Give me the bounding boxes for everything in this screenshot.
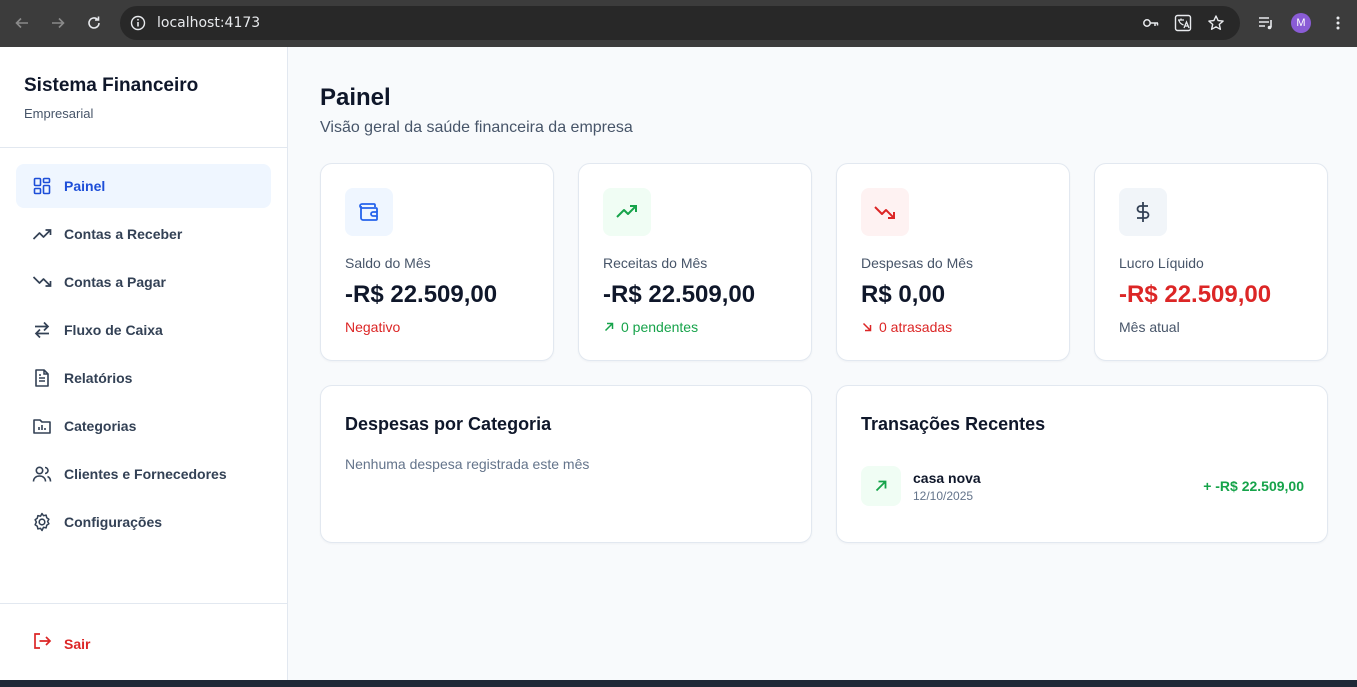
- arrow-up-right-icon: [861, 466, 901, 506]
- sidebar-nav: Painel Contas a Receber Contas a Pagar F…: [16, 164, 271, 548]
- brand-title: Sistema Financeiro: [24, 75, 199, 96]
- sidebar-item-label: Contas a Receber: [64, 226, 183, 242]
- recent-transactions-panel: Transações Recentes casa nova 12/10/2025…: [836, 385, 1328, 543]
- stat-note: Negativo: [345, 319, 400, 335]
- trending-down-icon: [32, 272, 52, 292]
- stat-card-despesas: Despesas do Mês R$ 0,00 0 atrasadas: [836, 163, 1070, 361]
- bookmark-star-icon[interactable]: [1207, 14, 1225, 32]
- folder-chart-icon: [32, 416, 52, 436]
- logout-button[interactable]: Sair: [32, 631, 90, 656]
- playlist-icon: [1259, 17, 1272, 30]
- translate-icon[interactable]: [1174, 14, 1192, 32]
- arrow-right-icon: [52, 17, 65, 29]
- file-text-icon: [32, 368, 52, 388]
- sidebar-item-painel[interactable]: Painel: [16, 164, 271, 208]
- transaction-amount: + -R$ 22.509,00: [1203, 478, 1304, 494]
- browser-toolbar: localhost:4173 M: [0, 0, 1357, 47]
- transaction-date: 12/10/2025: [913, 489, 974, 503]
- site-info-icon[interactable]: [129, 14, 147, 32]
- stat-label: Lucro Líquido: [1119, 255, 1204, 271]
- reload-button[interactable]: [83, 12, 105, 34]
- dashboard-icon: [32, 176, 52, 196]
- sidebar-item-label: Fluxo de Caixa: [64, 322, 163, 338]
- sidebar-item-fluxo-de-caixa[interactable]: Fluxo de Caixa: [16, 308, 271, 352]
- sidebar-item-categorias[interactable]: Categorias: [16, 404, 271, 448]
- sidebar-item-label: Relatórios: [64, 370, 133, 386]
- sidebar-item-label: Categorias: [64, 418, 137, 434]
- transaction-description: casa nova: [913, 470, 981, 486]
- empty-state-text: Nenhuma despesa registrada este mês: [345, 456, 590, 472]
- stat-value: -R$ 22.509,00: [603, 281, 756, 308]
- forward-button[interactable]: [47, 12, 69, 34]
- arrows-left-right-icon: [32, 320, 52, 340]
- divider: [0, 147, 287, 148]
- divider: [0, 603, 287, 604]
- os-taskbar: [0, 680, 1357, 687]
- sidebar-item-clientes-e-fornecedores[interactable]: Clientes e Fornecedores: [16, 452, 271, 496]
- logout-icon: [32, 631, 52, 656]
- stat-note: Mês atual: [1119, 319, 1180, 335]
- panel-title: Despesas por Categoria: [345, 414, 552, 434]
- stat-label: Receitas do Mês: [603, 255, 708, 271]
- brand: Sistema Financeiro Empresarial: [24, 75, 198, 121]
- main-content: Painel Visão geral da saúde financeira d…: [288, 47, 1357, 680]
- gear-icon: [32, 512, 52, 532]
- stat-card-lucro: Lucro Líquido -R$ 22.509,00 Mês atual: [1094, 163, 1328, 361]
- stat-label: Saldo do Mês: [345, 255, 431, 271]
- stat-note: 0 pendentes: [603, 319, 698, 335]
- arrow-down-right-icon: [862, 322, 872, 332]
- browser-menu-button[interactable]: [1327, 12, 1349, 34]
- transaction-row[interactable]: casa nova 12/10/2025 + -R$ 22.509,00: [861, 466, 1304, 506]
- back-button[interactable]: [11, 12, 33, 34]
- arrow-up-right-icon: [604, 322, 614, 332]
- page-subtitle: Visão geral da saúde financeira da empre…: [320, 119, 633, 136]
- wallet-icon: [345, 188, 393, 236]
- stat-label: Despesas do Mês: [861, 255, 974, 271]
- trending-up-icon: [32, 224, 52, 244]
- profile-avatar[interactable]: M: [1291, 13, 1311, 33]
- reload-icon: [88, 16, 100, 29]
- stat-note-text: 0 pendentes: [621, 319, 699, 335]
- sidebar-item-label: Painel: [64, 178, 106, 194]
- stat-value: -R$ 22.509,00: [1119, 281, 1272, 308]
- address-bar[interactable]: localhost:4173: [120, 6, 1240, 40]
- stat-note-text: Negativo: [345, 319, 401, 335]
- media-controls-button[interactable]: [1255, 12, 1277, 34]
- sidebar-item-label: Contas a Pagar: [64, 274, 166, 290]
- trending-up-icon: [603, 188, 651, 236]
- stat-note-text: 0 atrasadas: [879, 319, 953, 335]
- dollar-icon: [1119, 188, 1167, 236]
- stat-note: 0 atrasadas: [861, 319, 952, 335]
- arrow-left-icon: [15, 17, 28, 29]
- sidebar-item-configuracoes[interactable]: Configurações: [16, 500, 271, 544]
- more-vertical-icon: [1336, 16, 1340, 30]
- stat-card-saldo: Saldo do Mês -R$ 22.509,00 Negativo: [320, 163, 554, 361]
- sidebar-item-label: Configurações: [64, 514, 163, 530]
- users-icon: [32, 464, 52, 484]
- url-text[interactable]: localhost:4173: [157, 15, 260, 31]
- trending-down-icon: [861, 188, 909, 236]
- expenses-by-category-panel: Despesas por Categoria Nenhuma despesa r…: [320, 385, 812, 543]
- panel-title: Transações Recentes: [861, 414, 1046, 434]
- brand-subtitle: Empresarial: [24, 106, 94, 121]
- stat-card-receitas: Receitas do Mês -R$ 22.509,00 0 pendente…: [578, 163, 812, 361]
- sidebar: Sistema Financeiro Empresarial Painel Co…: [0, 47, 288, 680]
- sidebar-item-contas-a-pagar[interactable]: Contas a Pagar: [16, 260, 271, 304]
- sidebar-item-contas-a-receber[interactable]: Contas a Receber: [16, 212, 271, 256]
- stat-value: -R$ 22.509,00: [345, 281, 498, 308]
- page-title: Painel: [320, 84, 391, 111]
- sidebar-item-relatorios[interactable]: Relatórios: [16, 356, 271, 400]
- stat-note-text: Mês atual: [1119, 319, 1180, 335]
- stat-value: R$ 0,00: [861, 281, 946, 308]
- sidebar-item-label: Clientes e Fornecedores: [64, 466, 227, 482]
- key-icon[interactable]: [1142, 14, 1160, 32]
- logout-label: Sair: [64, 635, 91, 652]
